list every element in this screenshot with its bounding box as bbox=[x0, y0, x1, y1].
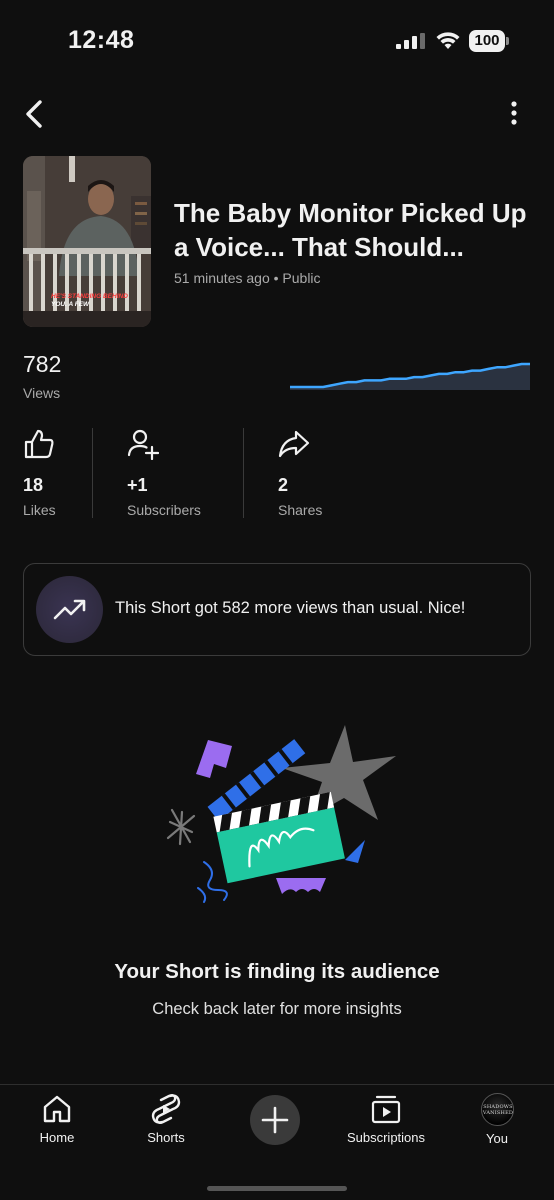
subscribers-value: +1 bbox=[127, 475, 148, 495]
create-button[interactable] bbox=[250, 1095, 300, 1145]
video-title[interactable]: The Baby Monitor Picked Up a Voice... Th… bbox=[174, 196, 539, 264]
share-icon bbox=[278, 430, 310, 458]
insight-text: This Short got 582 more views than usual… bbox=[115, 599, 466, 617]
home-icon bbox=[43, 1095, 71, 1123]
chevron-left-icon[interactable] bbox=[18, 96, 52, 132]
insight-card[interactable]: This Short got 582 more views than usual… bbox=[23, 563, 531, 656]
thumbnail-caption: HE'S STANDING BEHIND YOU. A FEW bbox=[51, 293, 128, 308]
shares-value: 2 bbox=[278, 475, 289, 495]
cellular-signal-icon bbox=[396, 33, 425, 49]
stat-divider bbox=[92, 428, 93, 518]
home-indicator bbox=[207, 1186, 347, 1191]
stat-divider bbox=[243, 428, 244, 518]
nav-item-shorts[interactable]: Shorts bbox=[131, 1093, 201, 1153]
thumbs-up-icon bbox=[24, 429, 54, 459]
add-person-icon bbox=[127, 429, 159, 460]
nav-label-home: Home bbox=[39, 1130, 75, 1145]
stat-likes: 18 Likes bbox=[23, 428, 143, 523]
wifi-icon bbox=[436, 32, 460, 49]
nav-label-shorts: Shorts bbox=[147, 1130, 185, 1145]
likes-value: 18 bbox=[23, 475, 44, 495]
empty-state-subtitle: Check back later for more insights bbox=[152, 1000, 402, 1018]
more-vertical-icon[interactable] bbox=[500, 96, 528, 132]
nav-item-home[interactable]: Home bbox=[22, 1093, 92, 1153]
stat-subscribers: +1 Subscribers bbox=[127, 428, 247, 523]
likes-label: Likes bbox=[23, 502, 56, 518]
avatar: SHADOWS VANISHED bbox=[480, 1093, 514, 1126]
avatar-text: SHADOWS VANISHED bbox=[482, 1104, 514, 1116]
video-thumbnail[interactable]: HE'S STANDING BEHIND YOU. A FEW bbox=[23, 156, 151, 327]
video-meta: 51 minutes ago • Public bbox=[174, 270, 321, 286]
trending-up-icon bbox=[53, 599, 86, 620]
stat-shares: 2 Shares bbox=[278, 428, 398, 523]
views-count: 782 bbox=[23, 351, 62, 377]
status-time: 12:48 bbox=[68, 26, 135, 54]
battery-indicator: 100 bbox=[469, 30, 509, 52]
views-label: Views bbox=[23, 385, 61, 401]
subscriptions-icon bbox=[371, 1095, 401, 1124]
nav-label-you: You bbox=[486, 1131, 508, 1146]
insight-icon-badge bbox=[36, 576, 103, 643]
nav-item-you[interactable]: SHADOWS VANISHED You bbox=[462, 1093, 532, 1153]
nav-label-subscriptions: Subscriptions bbox=[346, 1130, 426, 1145]
plus-icon bbox=[261, 1106, 289, 1134]
shorts-icon bbox=[151, 1094, 181, 1124]
empty-state-title: Your Short is finding its audience bbox=[114, 960, 440, 983]
clapperboard-confetti-illustration bbox=[166, 725, 396, 903]
bottom-nav: Home Shorts Subscriptions SHADOWS VANISH… bbox=[0, 1084, 554, 1200]
views-sparkline bbox=[290, 362, 530, 390]
subscribers-label: Subscribers bbox=[127, 502, 201, 518]
battery-level: 100 bbox=[469, 30, 505, 52]
shares-label: Shares bbox=[278, 502, 323, 518]
nav-item-subscriptions[interactable]: Subscriptions bbox=[336, 1093, 436, 1153]
